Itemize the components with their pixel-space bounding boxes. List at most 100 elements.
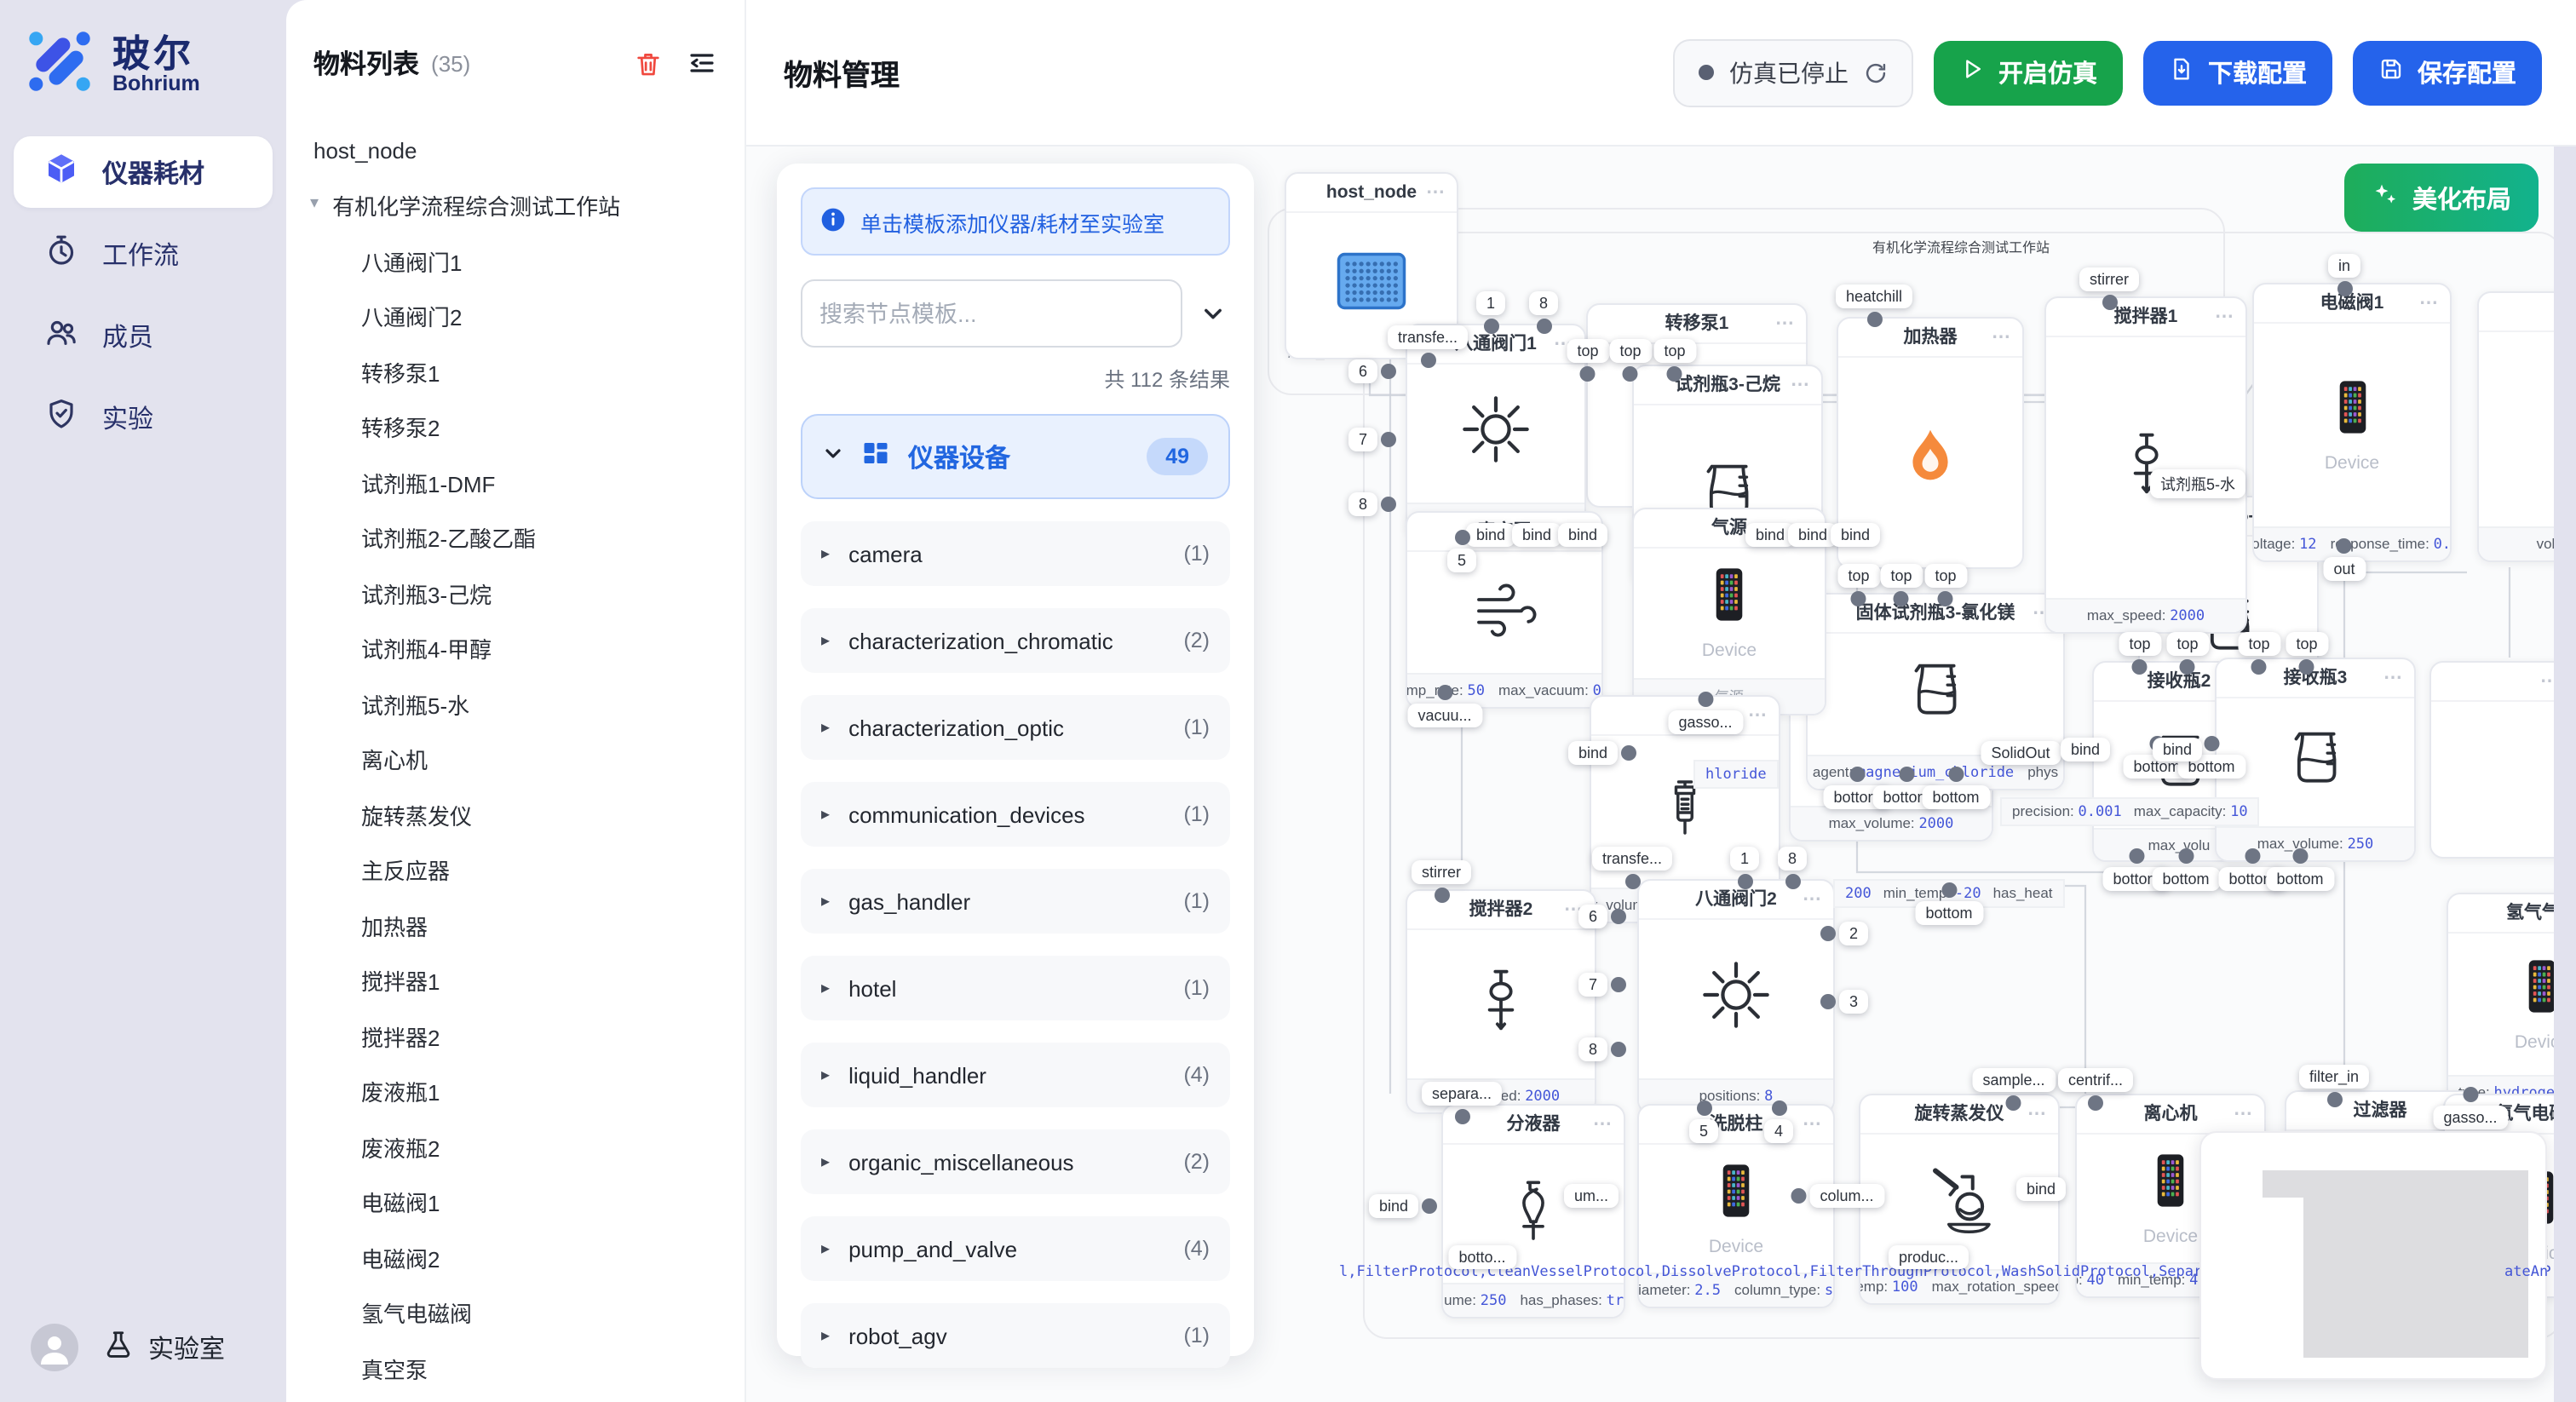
node-card-搅拌器2[interactable]: 搅拌器2⋯max_speed: 2000 <box>1406 889 1596 1114</box>
port-pill-bottom[interactable]: bottom <box>2152 867 2219 891</box>
node-menu-icon[interactable]: ⋯ <box>1791 366 1811 404</box>
port-pill-bottom[interactable]: bottom <box>1922 785 1989 809</box>
tree-item[interactable]: 搅拌器2 <box>286 1008 745 1064</box>
tree-item[interactable]: 转移泵2 <box>286 399 745 455</box>
port-pill-7[interactable]: 7 <box>1578 973 1607 997</box>
sidebar-item-shield[interactable]: 实验 <box>14 382 273 453</box>
download-action-button[interactable]: 下载配置 <box>2143 40 2332 105</box>
template-group-characterization_chromatic[interactable]: ▸characterization_chromatic(2) <box>801 608 1230 673</box>
node-canvas[interactable]: 有机化学流程综合测试工作站 host_no... 转移泵1⋯试剂瓶5-水⋯max… <box>746 147 2576 1402</box>
chevron-down-icon[interactable]: ▾ <box>310 195 319 214</box>
port-pill-7[interactable]: 7 <box>1348 428 1377 451</box>
port-pill-top[interactable]: top <box>1924 564 1966 588</box>
port-pill-gasso...[interactable]: gasso... <box>1668 710 1742 734</box>
port-pill-gasso...[interactable]: gasso... <box>2433 1106 2507 1129</box>
port-pill-stirrer[interactable]: stirrer <box>1412 860 1471 884</box>
port-pill-bind[interactable]: bind <box>1568 741 1618 765</box>
tree-item[interactable]: 试剂瓶1-DMF <box>286 455 745 510</box>
node-menu-icon[interactable]: ⋯ <box>2383 659 2404 697</box>
tree-item[interactable]: 转移泵1 <box>286 344 745 399</box>
beautify-layout-button[interactable]: 美化布局 <box>2344 164 2539 232</box>
template-group-gas_handler[interactable]: ▸gas_handler(1) <box>801 869 1230 934</box>
tree-item[interactable]: 电磁阀2 <box>286 1230 745 1285</box>
port-pill-transfe...[interactable]: transfe... <box>1592 847 1672 871</box>
sidebar-item-laboratory[interactable]: 实验室 <box>102 1328 225 1367</box>
port-pill-试剂瓶5-水[interactable]: 试剂瓶5-水 <box>2150 469 2245 498</box>
tree-item[interactable]: 试剂瓶2-乙酸乙酯 <box>286 510 745 566</box>
node-menu-icon[interactable]: ⋯ <box>2419 284 2440 322</box>
port-pill-um...[interactable]: um... <box>1564 1184 1619 1208</box>
port-pill-transfe...[interactable]: transfe... <box>1388 325 1468 349</box>
port-pill-bind[interactable]: bind <box>1466 523 1515 547</box>
tree-item[interactable]: host_node <box>286 123 745 178</box>
template-group-characterization_optic[interactable]: ▸characterization_optic(1) <box>801 695 1230 760</box>
port-pill-8[interactable]: 8 <box>1778 847 1807 871</box>
node-menu-icon[interactable]: ⋯ <box>1803 881 1823 918</box>
collapse-list-icon[interactable] <box>687 48 717 78</box>
port-pill-6[interactable]: 6 <box>1348 359 1377 383</box>
tree-item[interactable]: 试剂瓶4-甲醇 <box>286 621 745 676</box>
port-pill-3[interactable]: 3 <box>1839 990 1868 1014</box>
port-pill-separa...[interactable]: separa... <box>1422 1082 1502 1106</box>
port-pill-top[interactable]: top <box>1609 339 1651 363</box>
refresh-icon[interactable] <box>1864 60 1888 84</box>
port-pill-top[interactable]: top <box>2238 632 2280 656</box>
node-card-搅拌器1[interactable]: 搅拌器1⋯max_speed: 2000 <box>2044 296 2247 634</box>
port-pill-top[interactable]: top <box>1653 339 1695 363</box>
category-instruments[interactable]: 仪器设备 49 <box>801 414 1230 499</box>
node-menu-icon[interactable]: ⋯ <box>2234 1095 2254 1133</box>
port-pill-centrif...[interactable]: centrif... <box>2058 1068 2133 1092</box>
port-pill-5[interactable]: 5 <box>1447 549 1476 572</box>
port-pill-top[interactable]: top <box>1567 339 1608 363</box>
tree-item[interactable]: 八通阀门2 <box>286 289 745 344</box>
sidebar-item-clock[interactable]: 工作流 <box>14 218 273 290</box>
port-pill-1[interactable]: 1 <box>1730 847 1759 871</box>
port-pill-produc...[interactable]: produc... <box>1889 1245 1969 1269</box>
port-pill-stirrer[interactable]: stirrer <box>2079 267 2139 291</box>
port-pill-5[interactable]: 5 <box>1689 1119 1718 1143</box>
template-group-liquid_handler[interactable]: ▸liquid_handler(4) <box>801 1043 1230 1107</box>
node-card-八通阀门2[interactable]: 八通阀门2⋯positions: 8 <box>1637 879 1835 1114</box>
port-pill-bottom[interactable]: bottom <box>2266 867 2333 891</box>
port-pill-filter_in[interactable]: filter_in <box>2299 1065 2369 1089</box>
node-menu-icon[interactable]: ⋯ <box>1803 1106 1823 1143</box>
port-pill-bind[interactable]: bind <box>1558 523 1607 547</box>
node-menu-icon[interactable]: ⋯ <box>1992 319 2012 356</box>
port-pill-out[interactable]: out <box>2323 557 2365 581</box>
port-pill-bind[interactable]: bind <box>2153 738 2202 761</box>
play-action-button[interactable]: 开启仿真 <box>1934 40 2123 105</box>
port-pill-botto...[interactable]: botto... <box>1448 1245 1515 1269</box>
tree-item[interactable]: 废液瓶2 <box>286 1119 745 1175</box>
node-card-电磁阀1[interactable]: 电磁阀1⋯Devicevoltage: 12response_time: 0.1 <box>2252 283 2452 562</box>
template-group-camera[interactable]: ▸camera(1) <box>801 521 1230 586</box>
template-group-communication_devices[interactable]: ▸communication_devices(1) <box>801 782 1230 847</box>
port-pill-8[interactable]: 8 <box>1578 1037 1607 1061</box>
template-group-pump_and_valve[interactable]: ▸pump_and_valve(4) <box>801 1216 1230 1281</box>
port-pill-bind[interactable]: bind <box>2016 1177 2066 1201</box>
port-pill-4[interactable]: 4 <box>1764 1119 1793 1143</box>
port-pill-2[interactable]: 2 <box>1839 922 1868 945</box>
port-pill-bottom[interactable]: bottom <box>1915 901 1982 925</box>
port-pill-top[interactable]: top <box>2119 632 2160 656</box>
node-menu-icon[interactable]: ⋯ <box>1426 174 1446 211</box>
template-group-organic_miscellaneous[interactable]: ▸organic_miscellaneous(2) <box>801 1129 1230 1194</box>
chevron-down-icon[interactable] <box>1196 302 1230 325</box>
port-pill-in[interactable]: in <box>2328 254 2360 278</box>
port-pill-top[interactable]: top <box>1837 564 1879 588</box>
port-pill-8[interactable]: 8 <box>1529 291 1558 315</box>
node-card[interactable]: ⋯ <box>2429 661 2573 859</box>
avatar[interactable] <box>31 1324 78 1371</box>
tree-item[interactable]: 旋转蒸发仪 <box>286 787 745 842</box>
template-group-hotel[interactable]: ▸hotel(1) <box>801 956 1230 1020</box>
port-pill-colum...[interactable]: colum... <box>1809 1184 1883 1208</box>
port-pill-top[interactable]: top <box>2166 632 2208 656</box>
node-card-分液器[interactable]: 分液器⋯volume: 250has_phases: true <box>1441 1104 1625 1319</box>
tree-item[interactable]: 废液瓶1 <box>286 1064 745 1119</box>
node-menu-icon[interactable]: ⋯ <box>2215 298 2235 336</box>
sidebar-item-users[interactable]: 成员 <box>14 300 273 371</box>
save-action-button[interactable]: 保存配置 <box>2353 40 2542 105</box>
port-pill-bind[interactable]: bind <box>2061 738 2110 761</box>
tree-item[interactable]: 搅拌器1 <box>286 953 745 1008</box>
port-pill-bind[interactable]: bind <box>1831 523 1880 547</box>
tree-item[interactable]: 主反应器 <box>286 842 745 898</box>
